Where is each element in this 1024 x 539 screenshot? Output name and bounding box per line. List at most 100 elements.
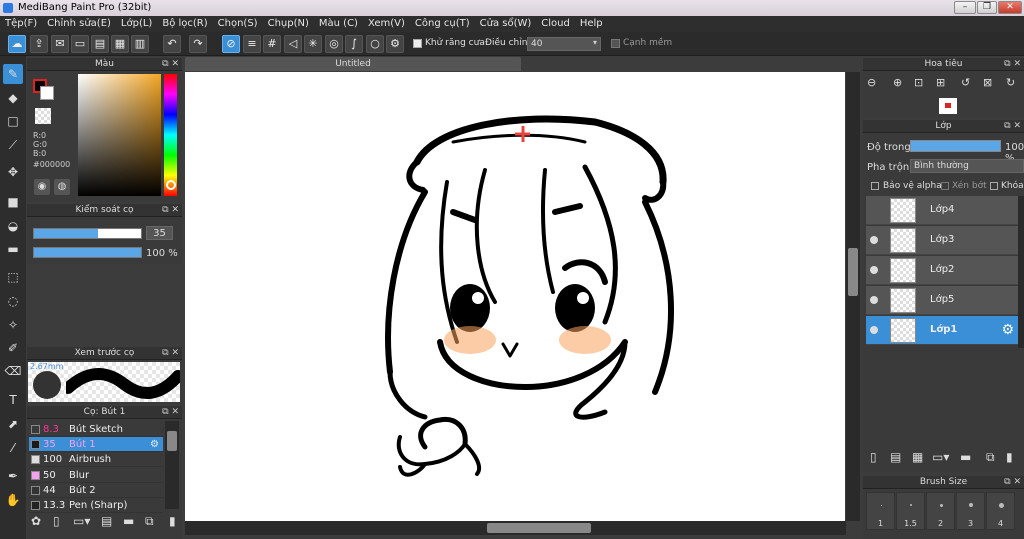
radial-snap-icon[interactable]: ✳ [304,35,322,53]
correction-select[interactable]: 40 ▾ [527,37,601,51]
panel-close-icon[interactable]: ⧉ ✕ [162,58,179,71]
palette-icon[interactable]: ◉ [34,179,50,195]
brush-settings-gear-icon[interactable]: ⚙ [150,437,159,452]
menu-window[interactable]: Cửa sổ(W) [475,16,537,32]
flip-icon[interactable]: ⊠ [983,76,992,89]
close-button[interactable]: ✕ [998,1,1022,14]
rotate-right-icon[interactable]: ↻ [1006,76,1015,89]
brush-list-item[interactable]: 100 Airbrush [29,452,163,468]
undo-icon[interactable]: ↶ [163,35,181,53]
panel-close-icon[interactable]: ⧉ ✕ [1004,120,1021,133]
layer-visibility-icon[interactable] [870,266,878,274]
bucket-tool-icon[interactable]: ◒ [3,216,23,236]
delete-layer-icon[interactable]: ▮ [1006,450,1013,464]
menu-view[interactable]: Xem(V) [363,16,410,32]
menu-color[interactable]: Màu (C) [314,16,363,32]
select-eraser-tool-icon[interactable]: ⌫ [3,361,23,381]
brush-size-option[interactable]: 2 [926,492,955,530]
zoom-in-icon[interactable]: ⊕ [893,76,902,89]
brush-size-value[interactable]: 35 [146,226,173,240]
new-brush-icon[interactable]: ▯ [53,514,60,528]
panel-close-icon[interactable]: ⧉ ✕ [162,347,179,360]
redo-icon[interactable]: ↷ [189,35,207,53]
brush-size-option[interactable]: 4 [986,492,1015,530]
navigator-thumbnail[interactable] [939,98,957,114]
circle-snap-icon[interactable]: ◎ [325,35,343,53]
grid-layout-icon[interactable]: ▦ [111,35,129,53]
actual-size-icon[interactable]: ⊞ [936,76,945,89]
layer-visibility-icon[interactable] [870,236,878,244]
menu-tools[interactable]: Công cụ(T) [410,16,475,32]
dot-tool-icon[interactable]: □ [3,111,23,131]
brush-delete-icon[interactable]: ▮ [169,514,176,528]
brush-settings-icon[interactable]: ▤ [101,514,112,528]
layer-visibility-icon[interactable] [870,206,878,214]
grid-snap-icon[interactable]: # [263,35,281,53]
brush-list-scrollbar[interactable] [165,421,179,509]
saturation-value-picker[interactable] [78,74,161,196]
move-tool-icon[interactable]: ✥ [3,162,23,182]
new-image-layer-icon[interactable]: ▦ [912,450,923,464]
edge-checkbox[interactable] [611,39,620,48]
magic-wand-tool-icon[interactable]: ✧ [3,315,23,335]
menu-select[interactable]: Chọn(S) [213,16,263,32]
panel-close-icon[interactable]: ⧉ ✕ [1004,476,1021,489]
eyedropper-tool-icon[interactable]: ⁄ [3,438,23,458]
parallel-snap-icon[interactable]: ≡ [243,35,261,53]
secondary-color-swatch[interactable] [40,86,54,100]
perspective-snap-icon[interactable]: ◁ [284,35,302,53]
hue-slider[interactable] [164,74,177,196]
hue-handle[interactable] [166,180,176,190]
brush-size-slider[interactable] [33,228,142,239]
line-tool-icon[interactable]: ⟋ [3,135,23,155]
share-icon[interactable]: ⇪ [30,35,48,53]
brush-copy-icon[interactable]: ⧉ [145,514,154,529]
blend-mode-select[interactable]: Bình thường [910,159,1024,173]
curve-snap-icon[interactable]: ∫ [345,35,363,53]
layer-item[interactable]: Lớp2 [866,256,1018,285]
fit-icon[interactable]: ⊡ [914,76,923,89]
hand-tool-icon[interactable]: ✋ [3,490,23,510]
horizontal-scroll-thumb[interactable] [487,523,591,533]
layer-menu-icon[interactable]: ▭▾ [932,450,949,464]
text-tool-icon[interactable]: T [3,390,23,410]
brush-list-item[interactable]: 44 Bút 2 [29,482,163,498]
drawing-canvas[interactable] [185,72,845,521]
layer-opacity-slider[interactable] [910,140,1001,152]
layer-item[interactable]: Lớp3 [866,226,1018,255]
select-tool-icon[interactable]: ⬚ [3,267,23,287]
panel-close-icon[interactable]: ⧉ ✕ [162,204,179,217]
brush-size-option[interactable]: 3 [956,492,985,530]
settings-gear-icon[interactable]: ⚙ [386,35,404,53]
antialias-checkbox[interactable] [413,39,422,48]
brush-size-option[interactable]: 1 [866,492,895,530]
brush-folder-icon[interactable]: ▬ [123,514,134,528]
lasso-tool-icon[interactable]: ◌ [3,291,23,311]
menu-filter[interactable]: Bộ lọc(R) [157,16,212,32]
layer-item[interactable]: Lớp5 [866,286,1018,315]
layer-item[interactable]: Lớp1 ⚙ [866,316,1018,345]
layer-visibility-icon[interactable] [870,326,878,334]
lock-checkbox[interactable] [990,182,998,190]
fill-shape-tool-icon[interactable]: ■ [3,192,23,212]
layer-settings-gear-icon[interactable]: ⚙ [1001,322,1014,338]
brush-size-option[interactable]: 1.5 [896,492,925,530]
eraser-tool-icon[interactable]: ◆ [3,88,23,108]
brush-list-item[interactable]: 35 Bút 1 ⚙ [29,437,163,453]
pen-tool-icon[interactable]: ✒ [3,466,23,486]
brush-list-item[interactable]: 8.3 Bút Sketch [29,422,163,437]
canvas-horizontal-scrollbar[interactable] [185,521,846,535]
layer-folder-icon[interactable]: ▬ [960,450,971,464]
cloud-icon[interactable]: ☁ [8,35,26,53]
layer-visibility-icon[interactable] [870,296,878,304]
snap-off-icon[interactable]: ⊘ [222,35,240,53]
layer-list-scrollbar[interactable] [1018,196,1024,348]
document-tab[interactable]: Untitled [185,57,521,71]
maximize-button[interactable]: ❐ [977,1,997,14]
add-brush-icon[interactable]: ✿ [31,514,41,528]
menu-help[interactable]: Help [575,16,608,32]
menu-file[interactable]: Tệp(F) [0,16,42,32]
brush-list-item[interactable]: 13.3 Pen (Sharp) [29,498,163,513]
protect-alpha-checkbox[interactable] [871,182,879,190]
divide-tool-icon[interactable]: ⬈ [3,414,23,434]
